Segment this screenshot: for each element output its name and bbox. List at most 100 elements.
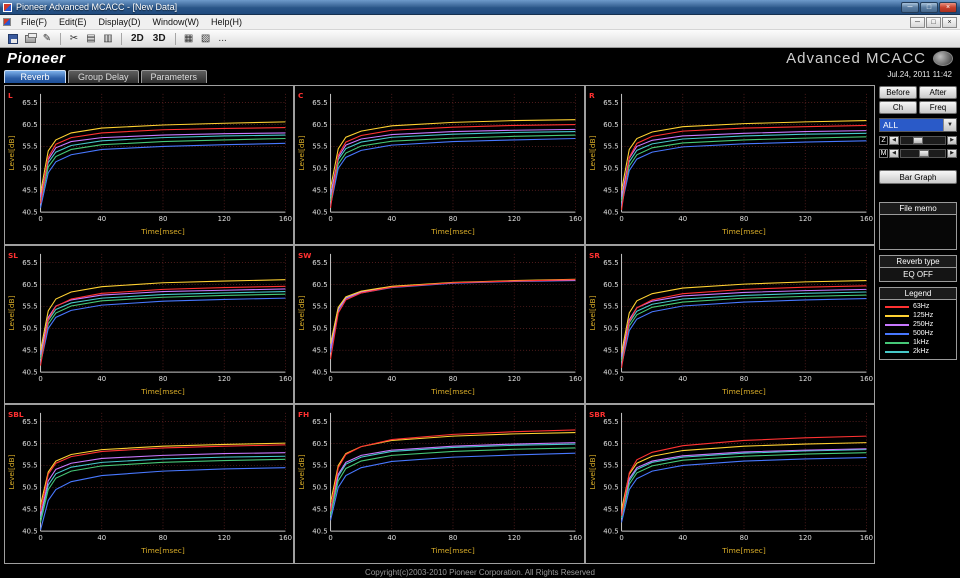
copyright-text: Copyright(c)2003-2010 Pioneer Corporatio…: [365, 567, 595, 577]
reverb-type-panel: Reverb type EQ OFF: [879, 255, 957, 282]
svg-text:50.5: 50.5: [313, 165, 328, 173]
mdi-minimize-button[interactable]: ─: [910, 16, 925, 28]
zoom-slider-row: Z ◀ ▶: [879, 135, 957, 145]
menubar-app-icon: [3, 18, 11, 26]
svg-text:160: 160: [569, 534, 582, 542]
menu-file[interactable]: File(F): [15, 17, 53, 27]
svg-text:60.5: 60.5: [22, 121, 37, 129]
menubar: File(F) Edit(E) Display(D) Window(W) Help(H)…: [0, 15, 960, 30]
ch-button[interactable]: Ch: [879, 101, 917, 114]
svg-text:160: 160: [860, 375, 873, 383]
cut-icon[interactable]: ✂: [66, 32, 82, 46]
svg-text:Level[dB]: Level[dB]: [588, 135, 597, 170]
legend-item-500hz: 500Hz: [880, 329, 956, 338]
zoom-slider[interactable]: [900, 135, 946, 145]
chevron-down-icon[interactable]: ▼: [943, 119, 956, 131]
window-title: Pioneer Advanced MCACC - [New Data]: [16, 2, 178, 12]
menu-help[interactable]: Help(H): [205, 17, 248, 27]
svg-text:R: R: [589, 91, 595, 100]
svg-text:0: 0: [329, 375, 333, 383]
channel-select[interactable]: ALL ▼: [879, 118, 957, 132]
brand-header: Pioneer Advanced MCACC: [0, 48, 960, 69]
close-button[interactable]: ×: [939, 1, 957, 13]
svg-text:55.5: 55.5: [22, 302, 37, 310]
svg-text:40: 40: [97, 215, 106, 223]
channel-select-value: ALL: [880, 119, 943, 131]
svg-text:Time[msec]: Time[msec]: [140, 386, 185, 395]
svg-text:0: 0: [619, 534, 623, 542]
reverb-chart-sr: 40.5 45.5 50.5 55.5 60.5 65.5 0 40 80 120 160 Time[…: [584, 244, 875, 405]
menu-display[interactable]: Display(D): [93, 17, 147, 27]
app-icon: [3, 2, 12, 12]
mdi-close-button[interactable]: ×: [942, 16, 957, 28]
freq-button[interactable]: Freq: [919, 101, 957, 114]
svg-text:SW: SW: [298, 250, 311, 259]
tab-parameters[interactable]: Parameters: [140, 70, 208, 83]
svg-text:80: 80: [449, 534, 458, 542]
svg-text:80: 80: [159, 215, 168, 223]
mdi-window-controls: ─ □ ×: [909, 16, 957, 28]
zoom-slider-thumb[interactable]: [913, 136, 924, 144]
copy-icon[interactable]: ▤: [83, 32, 99, 46]
mdi-restore-button[interactable]: □: [926, 16, 941, 28]
svg-text:160: 160: [279, 375, 292, 383]
svg-text:C: C: [298, 91, 303, 100]
svg-text:40.5: 40.5: [313, 208, 328, 216]
move-slider-thumb[interactable]: [919, 149, 930, 157]
svg-text:65.5: 65.5: [603, 418, 618, 426]
file-memo-input[interactable]: [880, 215, 956, 249]
svg-text:Level[dB]: Level[dB]: [7, 295, 16, 330]
svg-text:Time[msec]: Time[msec]: [431, 546, 476, 555]
2d-view-button[interactable]: 2D: [127, 32, 148, 46]
move-slider[interactable]: [900, 148, 946, 158]
minimize-button[interactable]: ─: [901, 1, 919, 13]
svg-text:40.5: 40.5: [603, 528, 618, 536]
move-left-arrow[interactable]: ◀: [889, 148, 899, 158]
save-icon[interactable]: [5, 32, 21, 46]
menu-window[interactable]: Window(W): [147, 17, 206, 27]
svg-text:65.5: 65.5: [22, 99, 37, 107]
svg-text:0: 0: [619, 375, 623, 383]
svg-text:80: 80: [739, 534, 748, 542]
legend-panel: Legend 63Hz 125Hz 250Hz 500Hz 1kHz 2kHz: [879, 287, 957, 360]
datetime-label: Jul.24, 2011 11:42: [887, 70, 952, 79]
svg-text:160: 160: [860, 215, 873, 223]
reverb-chart-sl: 40.5 45.5 50.5 55.5 60.5 65.5 0 40 80 120 160 Time[…: [4, 244, 295, 405]
legend-item-250hz: 250Hz: [880, 320, 956, 329]
status-bar: Copyright(c)2003-2010 Pioneer Corporatio…: [0, 566, 960, 578]
svg-text:55.5: 55.5: [313, 143, 328, 151]
grid-view-icon[interactable]: ▧: [198, 32, 214, 46]
zoom-right-arrow[interactable]: ▶: [947, 135, 957, 145]
svg-text:Time[msec]: Time[msec]: [431, 386, 476, 395]
svg-text:Level[dB]: Level[dB]: [297, 455, 306, 490]
tab-reverb[interactable]: Reverb: [4, 70, 66, 83]
svg-text:80: 80: [739, 375, 748, 383]
overflow-menu-button[interactable]: ...: [215, 32, 231, 46]
svg-text:45.5: 45.5: [313, 346, 328, 354]
svg-text:120: 120: [218, 215, 231, 223]
before-button[interactable]: Before: [879, 86, 917, 99]
bar-graph-button[interactable]: Bar Graph: [879, 170, 957, 184]
svg-text:60.5: 60.5: [603, 280, 618, 288]
svg-text:40.5: 40.5: [22, 368, 37, 376]
print-icon[interactable]: [22, 32, 38, 46]
after-button[interactable]: After: [919, 86, 957, 99]
paste-icon[interactable]: ▥: [100, 32, 116, 46]
move-right-arrow[interactable]: ▶: [947, 148, 957, 158]
table-view-icon[interactable]: ▦: [181, 32, 197, 46]
svg-text:80: 80: [159, 534, 168, 542]
svg-text:40: 40: [388, 215, 397, 223]
legend-title: Legend: [880, 288, 956, 300]
tab-group-delay[interactable]: Group Delay: [68, 70, 139, 83]
zoom-left-arrow[interactable]: ◀: [889, 135, 899, 145]
edit-icon[interactable]: ✎: [39, 32, 55, 46]
maximize-button[interactable]: □: [920, 1, 938, 13]
legend-item-2khz: 2kHz: [880, 347, 956, 356]
toolbar-separator: [174, 32, 176, 45]
svg-text:60.5: 60.5: [22, 280, 37, 288]
svg-text:45.5: 45.5: [603, 506, 618, 514]
svg-text:55.5: 55.5: [22, 462, 37, 470]
3d-view-button[interactable]: 3D: [149, 32, 170, 46]
menu-edit[interactable]: Edit(E): [53, 17, 93, 27]
reverb-type-title: Reverb type: [880, 256, 956, 268]
